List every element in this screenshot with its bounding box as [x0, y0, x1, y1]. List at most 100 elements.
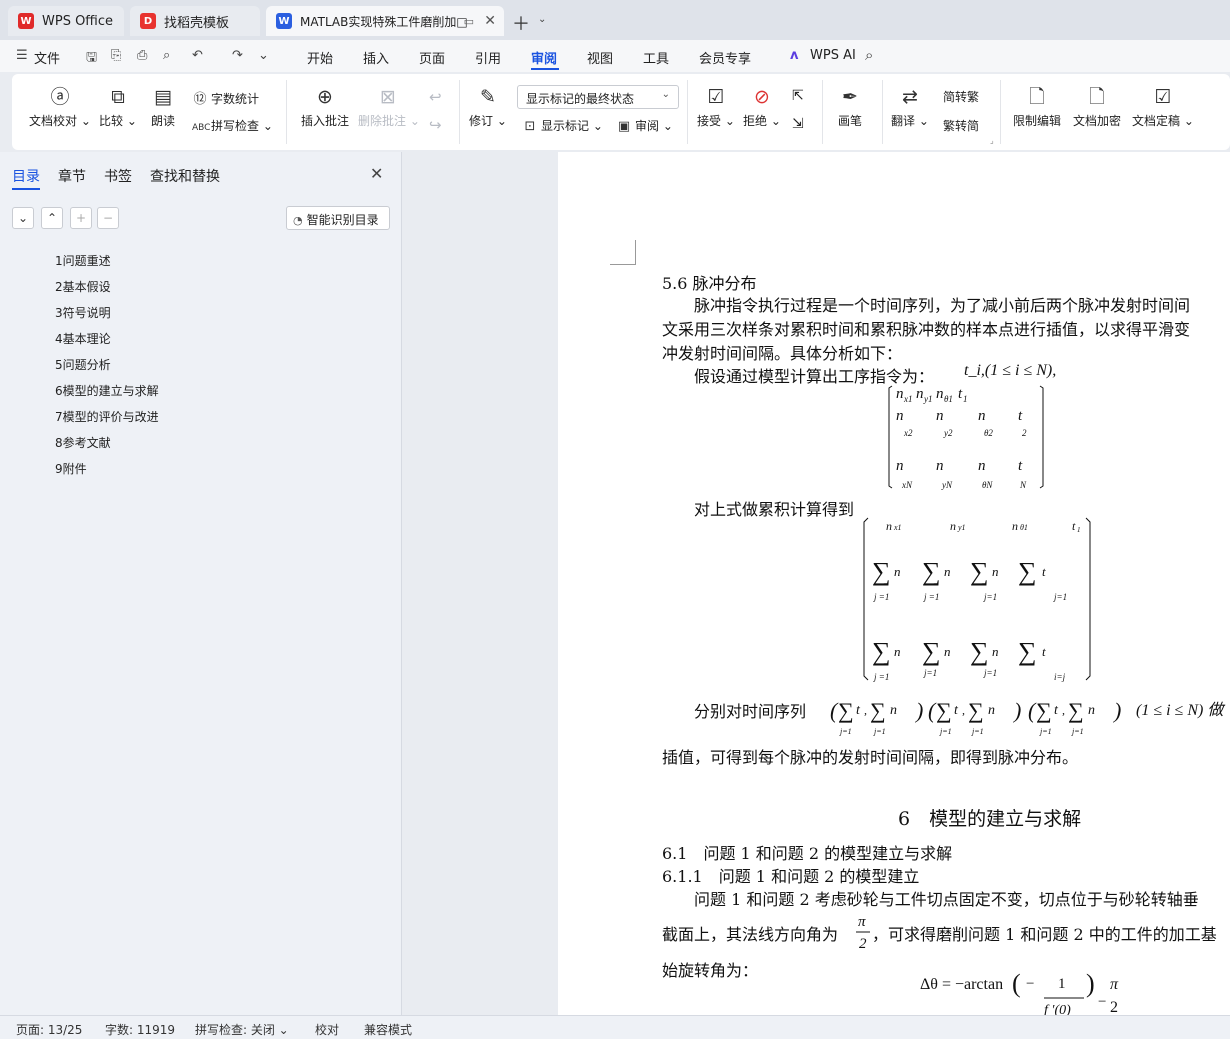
show-markup-label: 显示标记	[541, 119, 590, 133]
toc-item[interactable]: 6模型的建立与求解	[55, 382, 159, 399]
track-changes-button[interactable]: ✎ 修订 ⌄	[468, 84, 508, 129]
menu-page[interactable]: 页面	[419, 48, 445, 67]
pen-label: 画笔	[837, 114, 862, 128]
nav-tab-bookmarks[interactable]: 书签	[104, 166, 132, 186]
pulse-matrix: n x1 n y1 n θ1 t1 nnnt x2 y2 θ2 2 nnnt xN yN θN N	[888, 385, 1044, 490]
compare-button[interactable]: ⧉ 比较 ⌄	[96, 84, 140, 129]
undo-icon[interactable]: ↶	[192, 48, 203, 63]
cumulative-matrix: n x1 n y1 n θ1 t1 ∑ n ∑ n ∑ n ∑ t j =1 j =1 j=1 j=…	[863, 517, 1091, 682]
show-markup-button[interactable]: ⊡ 显示标记 ⌄	[522, 117, 603, 134]
svg-text:y2: y2	[943, 428, 953, 438]
menu-view[interactable]: 视图	[587, 48, 613, 67]
new-tab-plus-icon[interactable]: ＋	[512, 10, 530, 36]
svg-text:n: n	[992, 564, 999, 579]
prev-change-icon[interactable]: ⇱	[792, 88, 804, 104]
toc-item[interactable]: 3符号说明	[55, 304, 111, 321]
tab-bar: W WPS Office D 找稻壳模板 W MATLAB实现特殊工件磨削加□ …	[0, 0, 1230, 40]
menu-review[interactable]: 审阅	[531, 48, 557, 67]
print-preview-icon[interactable]: ⌕	[163, 48, 170, 63]
doc-check-button[interactable]: ⓐ 文档校对 ⌄	[28, 84, 92, 129]
tab-wps-office[interactable]: W WPS Office	[8, 6, 124, 36]
save-icon[interactable]: 🖫	[86, 48, 97, 70]
toc-item[interactable]: 2基本假设	[55, 278, 111, 295]
monitor-icon[interactable]: ▭	[464, 15, 474, 28]
chevron-down-icon[interactable]: ⌄	[538, 14, 546, 25]
toc-item[interactable]: 4基本理论	[55, 330, 111, 347]
svg-text:): )	[1086, 969, 1095, 998]
delete-comment-button[interactable]: ⊠ 删除批注 ⌄	[358, 84, 420, 129]
spell-check-status[interactable]: 拼写检查: 关闭 ⌄	[195, 1021, 289, 1038]
paragraph-line: 分别对时间序列	[694, 702, 807, 721]
svg-text:n: n	[896, 458, 904, 474]
restrict-edit-button[interactable]: 🗋 限制编辑	[1010, 84, 1064, 129]
markup-state-select[interactable]: 显示标记的最终状态 ⌄	[517, 85, 679, 109]
menu-tools[interactable]: 工具	[643, 48, 669, 67]
read-aloud-button[interactable]: ▤ 朗读	[146, 84, 180, 129]
menu-file[interactable]: 文件	[34, 48, 60, 67]
menu-member[interactable]: 会员专享	[699, 48, 751, 67]
add-level-icon[interactable]: +	[70, 207, 92, 229]
collapse-up-icon[interactable]: ⌃	[41, 207, 63, 229]
chapter-6-heading: 6 模型的建立与求解	[898, 808, 1082, 830]
finalize-doc-button[interactable]: ☑ 文档定稿 ⌄	[1132, 84, 1194, 129]
close-icon[interactable]: ✕	[370, 164, 383, 183]
toc-item[interactable]: 7模型的评价与改进	[55, 408, 159, 425]
toc-item[interactable]: 5问题分析	[55, 356, 111, 373]
paragraph-line: 截面上，其法线方向角为	[662, 925, 839, 944]
spell-check-button[interactable]: ABC拼写检查 ⌄	[192, 117, 273, 134]
spell-check-status-label: 拼写检查: 关闭	[195, 1023, 275, 1037]
reject-button[interactable]: ⊘ 拒绝 ⌄	[742, 84, 782, 129]
trad-to-simp-button[interactable]: 繁转简	[940, 117, 979, 134]
svg-text:∑: ∑	[838, 698, 854, 723]
review-pane-button[interactable]: ▣ 审阅 ⌄	[616, 117, 673, 134]
accept-button[interactable]: ☑ 接受 ⌄	[696, 84, 736, 129]
svg-text:j =1: j =1	[873, 592, 889, 602]
svg-text:,: ,	[962, 703, 965, 717]
toc-item[interactable]: 8参考文献	[55, 434, 111, 451]
insert-comment-button[interactable]: ⊕ 插入批注	[298, 84, 352, 129]
search-icon[interactable]: ⌕	[865, 46, 873, 64]
toc-item[interactable]: 1问题重述	[55, 252, 111, 269]
menu-insert[interactable]: 插入	[363, 48, 389, 67]
svg-text:∑: ∑	[872, 557, 891, 586]
nav-tab-find-replace[interactable]: 查找和替换	[150, 166, 220, 186]
page-indicator[interactable]: 页面: 13/25	[16, 1021, 82, 1038]
document-page[interactable]: 5.6 脉冲分布 脉冲指令执行过程是一个时间序列，为了减小前后两个脉冲发射时间间…	[558, 152, 1230, 1015]
reject-label: 拒绝	[743, 114, 768, 128]
menu-start[interactable]: 开始	[307, 48, 333, 67]
dialog-launcher-icon[interactable]: ⌟	[990, 136, 994, 145]
nav-tab-chapters[interactable]: 章节	[58, 166, 86, 186]
smart-toc-button[interactable]: ◔ 智能识别目录	[286, 206, 390, 230]
tab-current-document[interactable]: W MATLAB实现特殊工件磨削加□ ▭ ✕	[266, 6, 504, 36]
encrypt-doc-button[interactable]: 🗋 文档加密	[1070, 84, 1124, 129]
simp-to-trad-button[interactable]: 简转繁	[940, 88, 979, 105]
remove-level-icon[interactable]: −	[97, 207, 119, 229]
proofread-status[interactable]: 校对	[315, 1021, 339, 1038]
close-tab-icon[interactable]: ✕	[484, 13, 496, 29]
toc-item[interactable]: 9附件	[55, 460, 87, 477]
menu-wps-ai[interactable]: WPS AI	[810, 48, 856, 63]
svg-text:x1: x1	[903, 394, 913, 404]
active-menu-underline	[531, 68, 559, 70]
menu-bar: ☰ 文件 🖫 ⎘ ⎙ ⌕ ↶ ↷ ⌄ 开始 插入 页面 引用 审阅 视图 工具 …	[0, 40, 1230, 72]
compat-mode-status[interactable]: 兼容模式	[364, 1021, 412, 1038]
svg-text:t: t	[1072, 519, 1076, 533]
tab-docer-templates[interactable]: D 找稻壳模板	[130, 6, 260, 36]
nav-tab-toc[interactable]: 目录	[12, 166, 40, 186]
menu-reference[interactable]: 引用	[475, 48, 501, 67]
redo-icon[interactable]: ↷	[232, 48, 243, 63]
translate-button[interactable]: ⇄ 翻译 ⌄	[890, 84, 930, 129]
print-icon[interactable]: ⎙	[137, 48, 147, 63]
expand-down-icon[interactable]: ⌄	[12, 207, 34, 229]
export-icon[interactable]: ⎘	[111, 48, 121, 63]
word-count-indicator[interactable]: 字数: 11919	[105, 1021, 175, 1038]
next-comment-icon[interactable]: ↪	[429, 116, 442, 134]
pen-button[interactable]: ✒ 画笔	[832, 84, 868, 129]
hamburger-menu-icon[interactable]: ☰	[16, 48, 28, 63]
next-change-icon[interactable]: ⇲	[792, 116, 804, 132]
more-chevron-icon[interactable]: ⌄	[258, 48, 269, 63]
svg-text:n: n	[936, 386, 944, 402]
document-area[interactable]: 5.6 脉冲分布 脉冲指令执行过程是一个时间序列，为了减小前后两个脉冲发射时间间…	[403, 152, 1230, 1015]
word-count-button[interactable]: ⑫ 字数统计	[192, 88, 259, 107]
prev-comment-icon[interactable]: ↩	[429, 88, 442, 106]
